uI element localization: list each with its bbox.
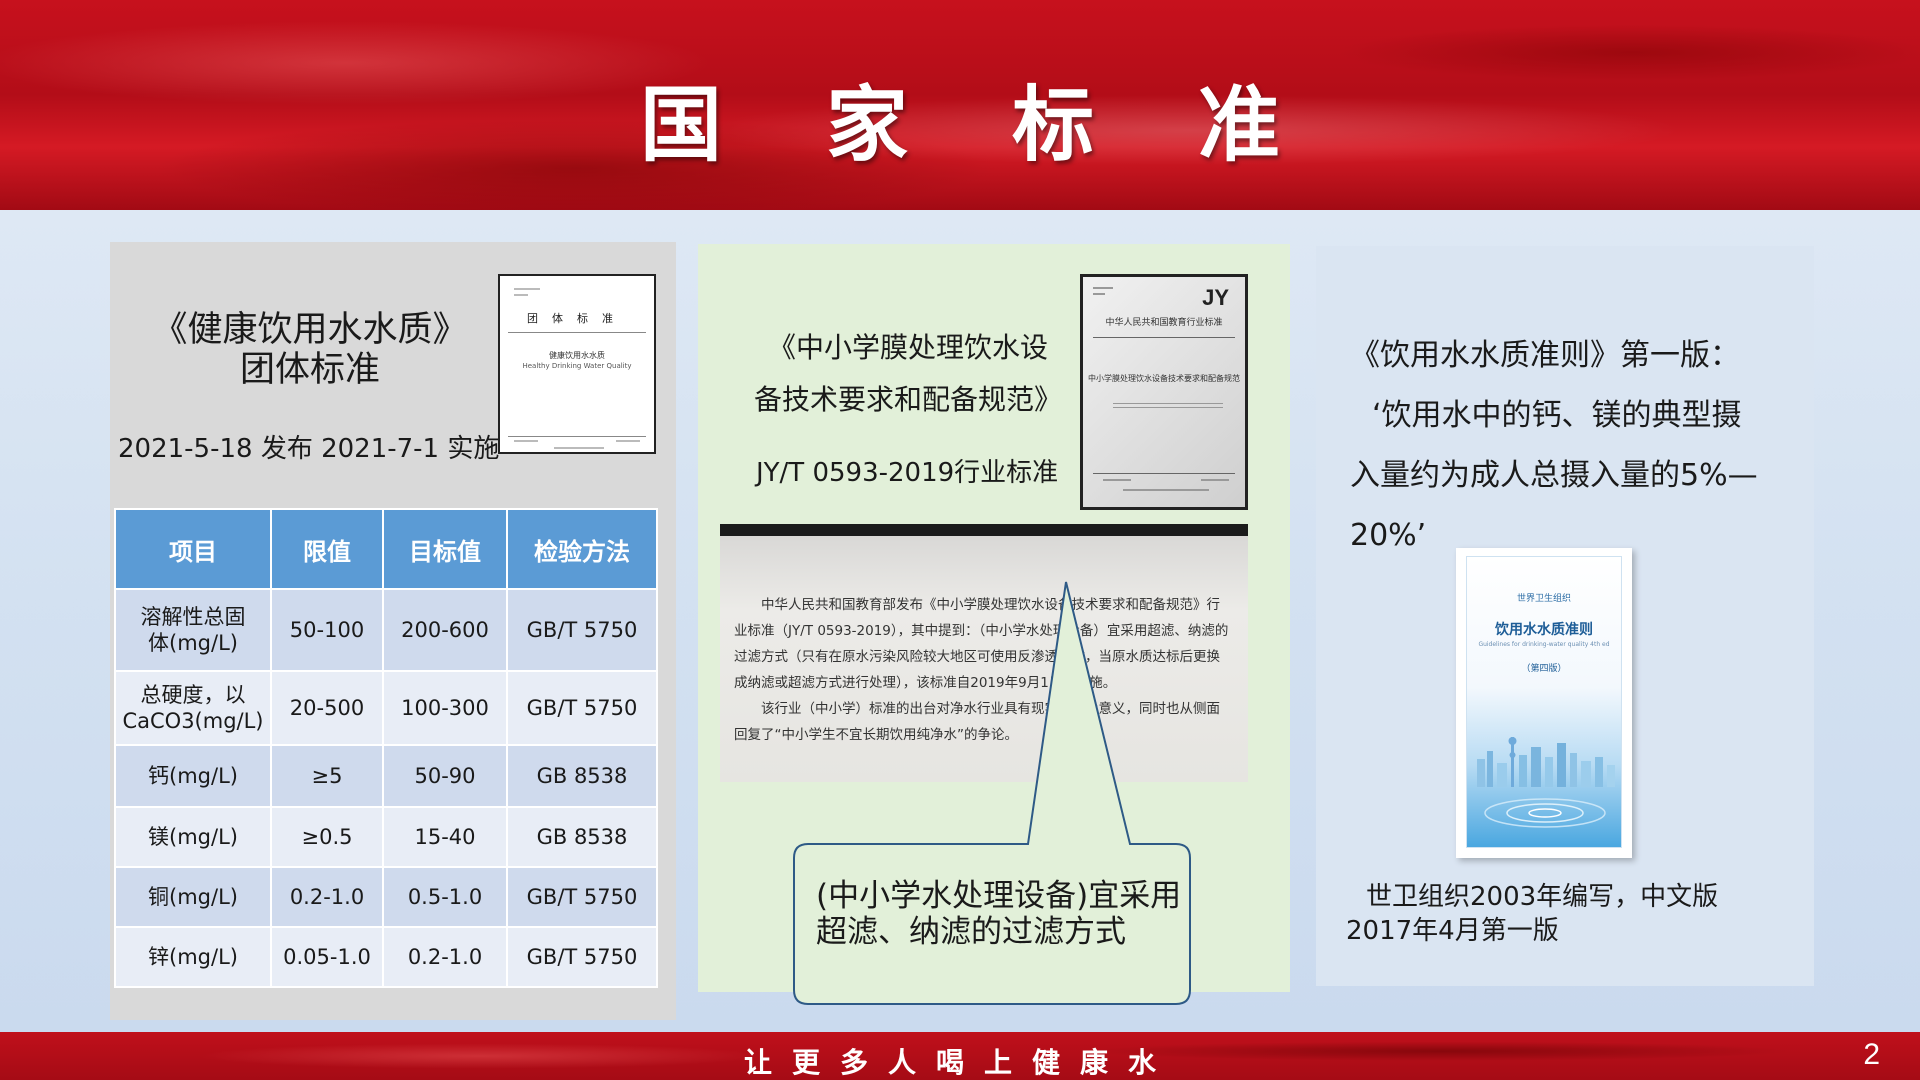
- thumb-mark: [554, 447, 604, 449]
- page-number: 2: [1863, 1038, 1880, 1071]
- book-caption: 世卫组织2003年编写，中文版 2017年4月第一版: [1346, 880, 1806, 948]
- book-cover-art: 世界卫生组织 饮用水水质准则 Guidelines for drinking-w…: [1466, 556, 1622, 848]
- method-cell: GB/T 5750: [506, 670, 658, 746]
- book-org: 世界卫生组织: [1516, 594, 1571, 604]
- water-quality-table: 项目 限值 目标值 检验方法 溶解性总固 体(mg/L) 50-100 200-6…: [114, 508, 658, 988]
- item-line: 体(mg/L): [148, 631, 238, 655]
- caption-line: 2017年4月第一版: [1346, 916, 1559, 946]
- target-cell: 50-90: [382, 744, 508, 808]
- health-water-standard-panel: 《健康饮用水水质》 团体标准 2021-5-18 发布 2021-7-1 实施 …: [110, 242, 676, 1020]
- book-title: 饮用水水质准则: [1495, 622, 1593, 638]
- quote-line: 入量约为成人总摄入量的5%—: [1350, 458, 1758, 493]
- item-cell: 镁(mg/L): [114, 806, 272, 868]
- method-cell: GB 8538: [506, 806, 658, 868]
- item-cell: 总硬度，以 CaCO3(mg/L): [114, 670, 272, 746]
- panel1-title-line2: 团体标准: [239, 350, 380, 390]
- thumb-divider: [508, 436, 646, 437]
- table-row: 镁(mg/L) ≥0.5 15-40 GB 8538: [114, 806, 658, 868]
- header-banner: 国家标准: [0, 0, 1920, 210]
- city-skyline-illustration: [1477, 737, 1615, 787]
- item-cell: 铜(mg/L): [114, 866, 272, 928]
- who-guideline-book-cover: 世界卫生组织 饮用水水质准则 Guidelines for drinking-w…: [1456, 548, 1632, 858]
- thumb-mark: [514, 440, 538, 442]
- table-row: 铜(mg/L) 0.2-1.0 0.5-1.0 GB/T 5750: [114, 866, 658, 928]
- thumb-mark: [514, 288, 540, 290]
- thumb-mark: [514, 294, 528, 296]
- thumb-subtitle: Healthy Drinking Water Quality: [522, 362, 632, 370]
- limit-cell: 50-100: [270, 588, 384, 672]
- target-cell: 0.5-1.0: [382, 866, 508, 928]
- callout-text: (中小学水处理设备)宜采用超滤、纳滤的过滤方式: [816, 878, 1182, 950]
- panel1-dates: 2021-5-18 发布 2021-7-1 实施: [118, 434, 500, 464]
- thumb-heading: 团体标准: [527, 312, 627, 325]
- target-cell: 15-40: [382, 806, 508, 868]
- item-cell: 溶解性总固 体(mg/L): [114, 588, 272, 672]
- column-header-item: 项目: [114, 508, 272, 590]
- who-guideline-panel: 《饮用水水质准则》第一版： ‘饮用水中的钙、镁的典型摄 入量约为成人总摄入量的5…: [1316, 246, 1814, 986]
- limit-cell: 0.2-1.0: [270, 866, 384, 928]
- target-cell: 200-600: [382, 588, 508, 672]
- caption-line: 世卫组织2003年编写，中文版: [1366, 882, 1719, 912]
- limit-cell: 0.05-1.0: [270, 926, 384, 988]
- page-title: 国家标准: [639, 78, 1384, 173]
- item-cell: 钙(mg/L): [114, 744, 272, 808]
- item-line: CaCO3(mg/L): [122, 709, 264, 733]
- footer-banner: 让更多人喝上健康水 2: [0, 1032, 1920, 1080]
- footer-slogan: 让更多人喝上健康水: [743, 1046, 1176, 1079]
- column-header-limit: 限值: [270, 508, 384, 590]
- method-cell: GB/T 5750: [506, 866, 658, 928]
- item-line: 总硬度，以: [140, 683, 246, 707]
- column-header-method: 检验方法: [506, 508, 658, 590]
- panel1-title: 《健康饮用水水质》 团体标准: [130, 310, 490, 390]
- book-edition: （第四版）: [1521, 664, 1567, 674]
- table-row: 溶解性总固 体(mg/L) 50-100 200-600 GB/T 5750: [114, 588, 658, 672]
- method-cell: GB/T 5750: [506, 588, 658, 672]
- guideline-quote: 《饮用水水质准则》第一版： ‘饮用水中的钙、镁的典型摄 入量约为成人总摄入量的5…: [1350, 326, 1790, 566]
- quote-line: 《饮用水水质准则》第一版：: [1350, 338, 1740, 373]
- limit-cell: 20-500: [270, 670, 384, 746]
- panel1-title-line1: 《健康饮用水水质》: [152, 310, 468, 350]
- book-subtitle: Guidelines for drinking-water quality 4t…: [1478, 641, 1610, 648]
- table-row: 钙(mg/L) ≥5 50-90 GB 8538: [114, 744, 658, 808]
- target-cell: 0.2-1.0: [382, 926, 508, 988]
- method-cell: GB 8538: [506, 744, 658, 808]
- limit-cell: ≥0.5: [270, 806, 384, 868]
- item-cell: 锌(mg/L): [114, 926, 272, 988]
- limit-cell: ≥5: [270, 744, 384, 808]
- method-cell: GB/T 5750: [506, 926, 658, 988]
- column-header-target: 目标值: [382, 508, 508, 590]
- water-ripple-illustration: [1484, 798, 1606, 828]
- thumb-divider: [508, 332, 646, 333]
- table-row: 总硬度，以 CaCO3(mg/L) 20-500 100-300 GB/T 575…: [114, 670, 658, 746]
- quote-line: ‘饮用水中的钙、镁的典型摄: [1372, 398, 1742, 433]
- school-membrane-standard-panel: 《中小学膜处理饮水设 备技术要求和配备规范》 JY/T 0593-2019行业标…: [698, 244, 1290, 1005]
- table-header-row: 项目 限值 目标值 检验方法: [114, 508, 658, 590]
- table-row: 锌(mg/L) 0.05-1.0 0.2-1.0 GB/T 5750: [114, 926, 658, 988]
- thumb-title: 健康饮用水水质: [549, 351, 605, 360]
- item-line: 溶解性总固: [140, 605, 246, 629]
- target-cell: 100-300: [382, 670, 508, 746]
- thumb-mark: [616, 440, 640, 442]
- standard-document-thumbnail: 团体标准 健康饮用水水质 Healthy Drinking Water Qual…: [498, 274, 656, 454]
